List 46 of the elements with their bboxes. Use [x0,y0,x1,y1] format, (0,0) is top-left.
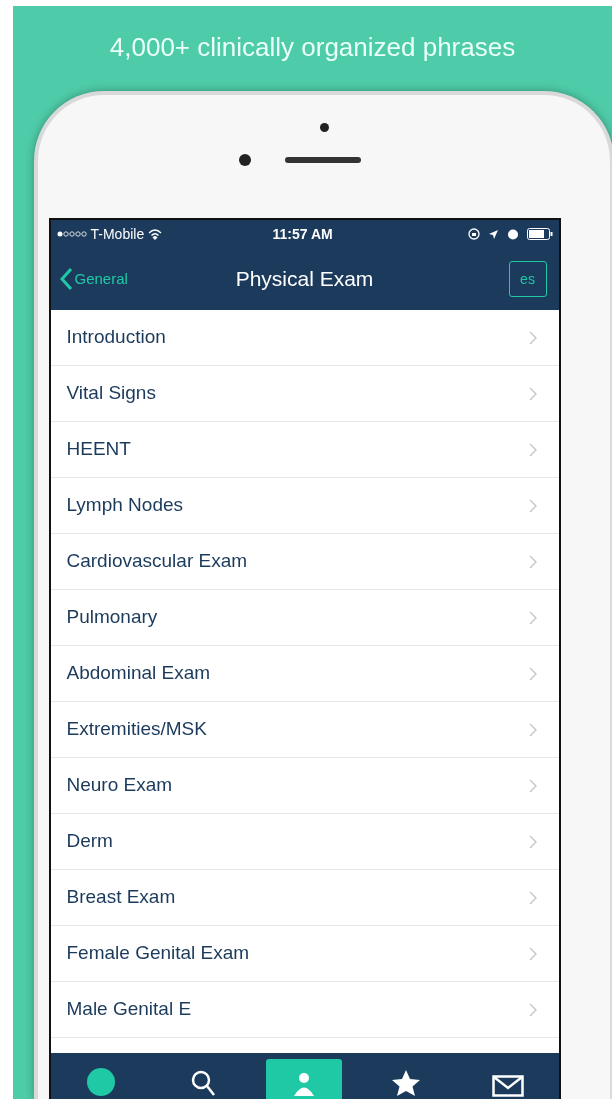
list-item[interactable]: HEENT [50,422,559,478]
camera-icon [238,154,251,166]
list-item[interactable]: Breast Exam [50,870,559,926]
chevron-right-icon [528,666,537,681]
circle-icon [86,1067,117,1097]
list-item[interactable]: Cardiovascular Exam [50,534,559,590]
screen-title: Physical Exam [235,266,374,293]
list-item[interactable]: Neuro Exam [50,758,559,814]
chevron-right-icon [528,722,537,737]
chevron-right-icon [528,386,537,401]
search-icon [189,1069,216,1097]
chevron-right-icon [528,610,537,625]
mail-icon [491,1075,524,1097]
chevron-right-icon [528,330,537,345]
chevron-right-icon [528,890,537,905]
rotation-lock-icon [467,228,480,240]
sensor-icon [320,123,329,132]
location-icon [487,228,499,240]
list-item[interactable]: Abdominal Exam [50,646,559,702]
list-item[interactable]: Vital Signs [50,366,559,422]
list-item[interactable]: Pulmonary [50,590,559,646]
chevron-right-icon [528,1002,537,1017]
carrier-name: T-Mobile [90,224,145,244]
chevron-left-icon [58,267,73,291]
list-item[interactable]: Introduction [50,310,559,366]
battery-icon [526,228,553,240]
language-button[interactable]: es [508,261,547,297]
chevron-right-icon [528,946,537,961]
chevron-right-icon [528,554,537,569]
star-icon [391,1069,422,1097]
chevron-right-icon [528,442,537,457]
list-item[interactable]: Lymph Nodes [50,478,559,534]
status-time: 11:57 AM [272,224,333,244]
person-icon [292,1071,317,1097]
list-item[interactable]: Derm [50,814,559,870]
signal-icon [56,231,87,237]
chevron-right-icon [528,778,537,793]
list-item[interactable]: Female Genital Exam [50,926,559,982]
back-button[interactable]: General [58,267,128,291]
list-item[interactable]: Male Genital E [50,982,559,1038]
chevron-right-icon [528,834,537,849]
chevron-right-icon [528,498,537,513]
headline: 4,000+ clinically organized phrases [109,31,516,64]
alarm-icon [506,228,519,240]
wifi-icon [148,228,163,240]
list-item[interactable]: Extremities/MSK [50,702,559,758]
